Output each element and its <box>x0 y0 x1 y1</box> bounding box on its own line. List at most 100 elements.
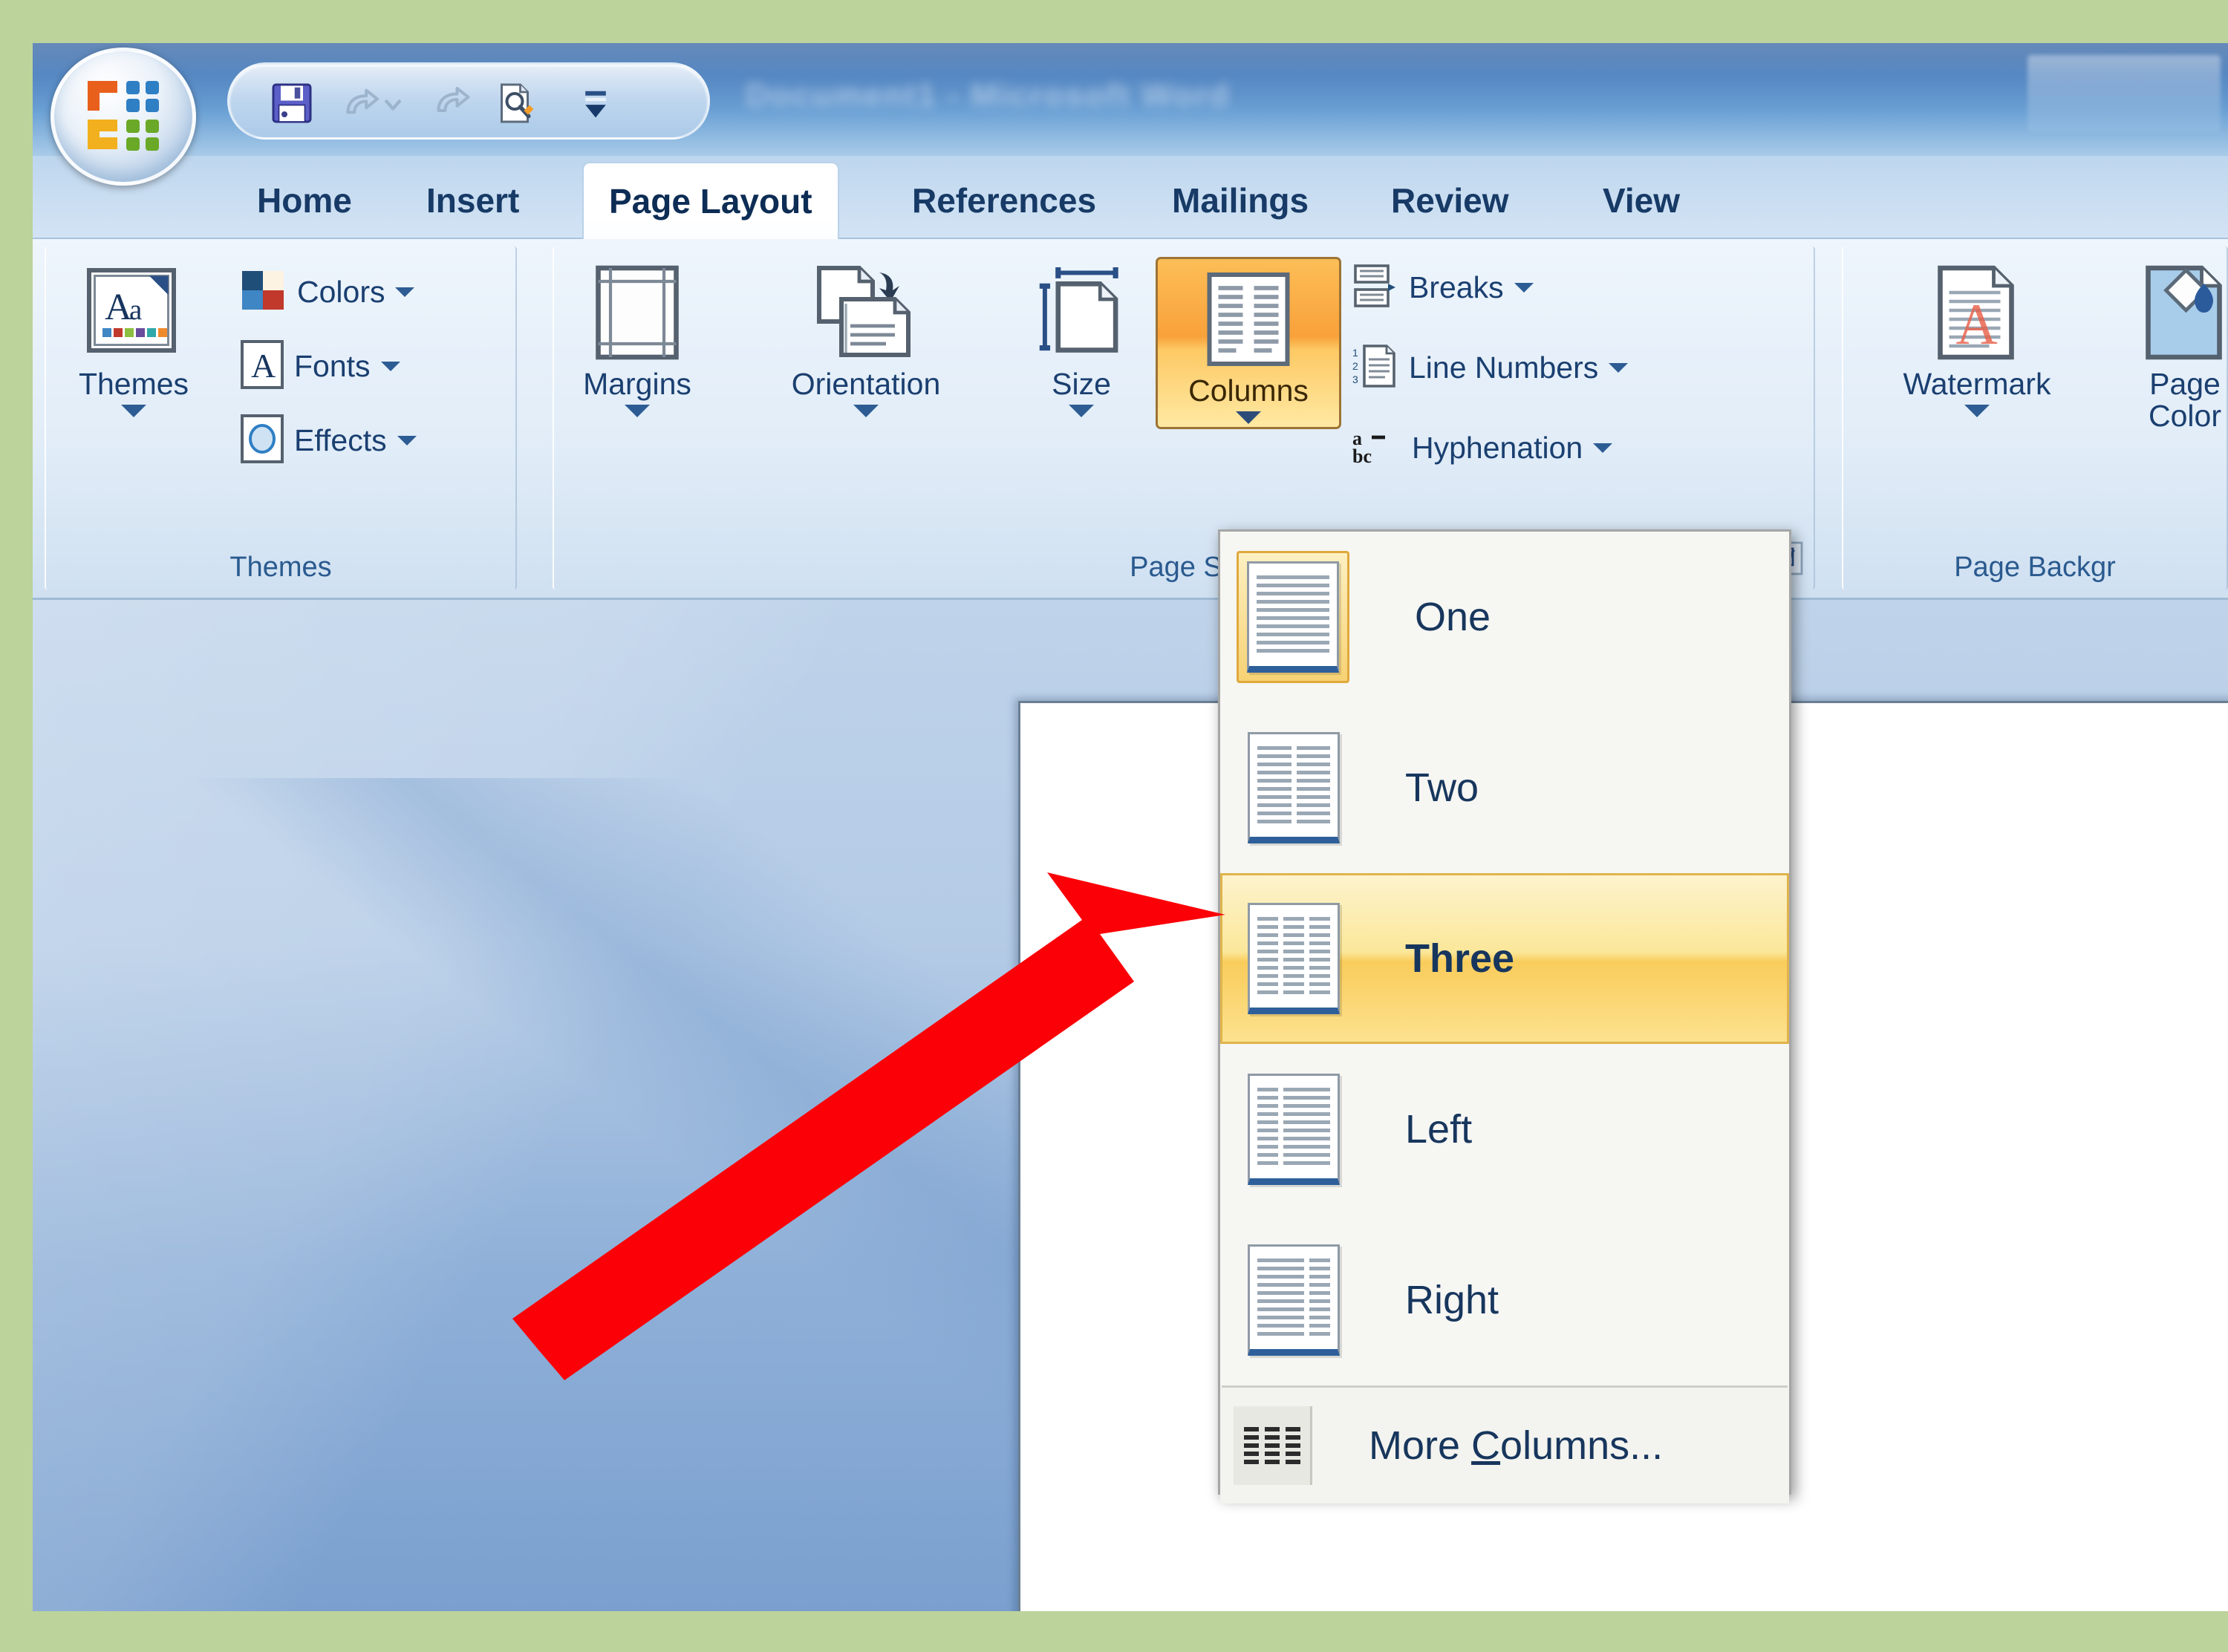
more-columns-label: More Columns... <box>1369 1423 1663 1469</box>
hyphenation-item[interactable]: a bc Hyphenation <box>1352 423 1613 472</box>
column-thumbnail-two <box>1248 732 1340 843</box>
page-size-button[interactable]: Size <box>1014 257 1148 417</box>
chevron-down-icon[interactable] <box>397 435 417 445</box>
chevron-down-icon[interactable] <box>380 361 400 371</box>
ribbon-group-page-background: A Watermark Page Color Page Backgr <box>1842 247 2228 590</box>
chevron-down-icon[interactable] <box>1514 282 1534 293</box>
theme-colors-label: Colors <box>297 274 385 309</box>
customize-qat-icon[interactable] <box>579 87 613 121</box>
line-numbers-icon: 1 2 3 <box>1352 343 1398 393</box>
menu-item-left[interactable]: Left <box>1220 1044 1789 1215</box>
more-columns-label-after: olumns... <box>1500 1423 1664 1468</box>
column-thumbnail-left <box>1248 1074 1340 1185</box>
menu-item-three[interactable]: Three <box>1220 873 1789 1044</box>
chevron-down-icon[interactable] <box>1593 443 1613 453</box>
themes-button-label: Themes <box>78 367 189 401</box>
chevron-down-icon[interactable] <box>625 404 650 417</box>
tab-review[interactable]: Review <box>1366 162 1534 239</box>
page-color-label: Page Color <box>2149 368 2221 431</box>
page-color-label-text: Page Color <box>2149 367 2221 433</box>
menu-item-two[interactable]: Two <box>1220 702 1789 873</box>
chevron-down-icon[interactable] <box>1069 404 1094 417</box>
more-columns-label-before: More <box>1369 1423 1472 1468</box>
svg-text:A: A <box>105 287 132 328</box>
breaks-item[interactable]: Breaks <box>1352 263 1534 312</box>
title-bar: Document1 - Microsoft Word <box>33 43 2228 186</box>
theme-fonts-icon: A <box>241 339 284 393</box>
document-title: Document1 - Microsoft Word <box>746 77 1231 114</box>
tab-view[interactable]: View <box>1577 162 1705 239</box>
chevron-down-icon[interactable] <box>853 404 879 417</box>
menu-item-more-columns[interactable]: More Columns... <box>1220 1388 1789 1504</box>
column-thumbnail-one-selected <box>1237 551 1349 683</box>
svg-text:2: 2 <box>1352 360 1358 372</box>
chevron-down-icon[interactable] <box>395 287 415 297</box>
columns-button[interactable]: Columns <box>1156 257 1341 429</box>
svg-text:A: A <box>251 347 276 385</box>
menu-item-three-label: Three <box>1405 936 1515 981</box>
menu-item-one[interactable]: One <box>1220 532 1789 702</box>
more-columns-grid-icon <box>1234 1406 1312 1485</box>
page-color-button[interactable]: Page Color <box>2103 257 2228 431</box>
svg-text:1: 1 <box>1352 347 1358 359</box>
menu-item-left-label: Left <box>1405 1107 1473 1152</box>
margins-button[interactable]: Margins <box>570 257 704 417</box>
hyphenation-icon: a bc <box>1352 425 1401 471</box>
chevron-down-icon[interactable] <box>1236 411 1261 424</box>
svg-text:a: a <box>129 294 142 326</box>
columns-label: Columns <box>1188 373 1309 408</box>
undo-icon[interactable] <box>342 79 420 127</box>
menu-item-one-label: One <box>1415 595 1491 639</box>
tab-mailings[interactable]: Mailings <box>1147 162 1334 239</box>
column-thumbnail-one <box>1247 561 1339 673</box>
chevron-down-icon[interactable] <box>1964 404 1990 417</box>
ribbon-group-themes: A a Themes Colors A Fonts Effects Themes <box>45 247 517 590</box>
breaks-icon <box>1352 263 1398 313</box>
hyphenation-label: Hyphenation <box>1412 430 1583 465</box>
tab-home[interactable]: Home <box>232 162 377 239</box>
page-color-icon <box>2139 257 2228 368</box>
orientation-button[interactable]: Orientation <box>732 257 1000 417</box>
ribbon-page-layout: A a Themes Colors A Fonts Effects Themes… <box>33 239 2228 600</box>
breaks-label: Breaks <box>1409 270 1504 304</box>
menu-item-right[interactable]: Right <box>1220 1215 1789 1385</box>
window-control-buttons[interactable] <box>2027 55 2221 132</box>
tab-page-layout[interactable]: Page Layout <box>582 162 839 239</box>
themes-button[interactable]: A a Themes <box>59 257 208 417</box>
orientation-label: Orientation <box>791 367 941 401</box>
columns-icon <box>1202 264 1294 375</box>
svg-text:bc: bc <box>1352 445 1372 467</box>
theme-fonts-label: Fonts <box>294 348 371 383</box>
office-orb-icon[interactable] <box>51 48 196 186</box>
theme-effects-icon <box>241 414 284 467</box>
theme-aa-icon: A a <box>82 257 185 368</box>
page-size-icon <box>1036 257 1127 368</box>
ribbon-group-page-background-label: Page Backgr <box>1954 552 2116 583</box>
line-numbers-item[interactable]: 1 2 3 Line Numbers <box>1352 343 1629 393</box>
ribbon-group-themes-label: Themes <box>229 552 332 583</box>
tab-insert[interactable]: Insert <box>401 162 544 239</box>
watermark-button[interactable]: A Watermark <box>1866 257 2088 417</box>
column-thumbnail-three <box>1248 903 1340 1014</box>
columns-dropdown-menu: One Two Three Left Right More Columns... <box>1218 529 1791 1504</box>
margins-label: Margins <box>583 367 691 401</box>
menu-item-two-label: Two <box>1405 765 1479 810</box>
column-thumbnail-right <box>1248 1244 1340 1356</box>
theme-colors-item[interactable]: Colors <box>241 267 415 316</box>
quick-access-toolbar <box>227 62 710 140</box>
theme-fonts-item[interactable]: A Fonts <box>241 339 400 393</box>
tab-references[interactable]: References <box>887 162 1121 239</box>
line-numbers-label: Line Numbers <box>1409 350 1599 385</box>
margins-icon <box>593 257 681 368</box>
more-columns-accelerator: C <box>1471 1423 1501 1468</box>
svg-text:3: 3 <box>1352 373 1358 385</box>
print-preview-icon[interactable] <box>491 79 538 127</box>
word-application-window: Document1 - Microsoft Word Home Insert P… <box>33 43 2228 1611</box>
save-icon[interactable] <box>268 79 316 127</box>
theme-effects-item[interactable]: Effects <box>241 414 417 467</box>
chevron-down-icon[interactable] <box>1609 362 1629 373</box>
chevron-down-icon[interactable] <box>121 404 146 417</box>
redo-icon[interactable] <box>431 79 479 127</box>
document-workspace[interactable] <box>33 600 2228 1611</box>
page-size-label: Size <box>1052 367 1111 401</box>
